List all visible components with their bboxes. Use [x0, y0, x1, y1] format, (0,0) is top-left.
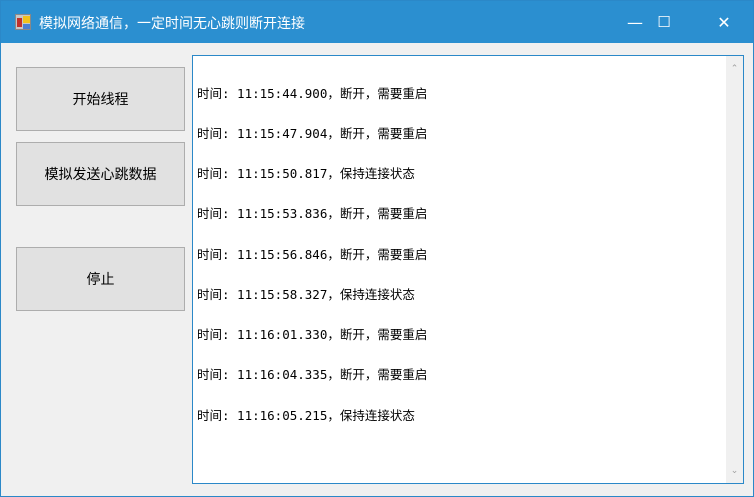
log-line: 时间: 11:15:47.904，断开，需要重启 [197, 126, 428, 142]
log-line: 时间: 11:15:53.836，断开，需要重启 [197, 206, 428, 222]
scroll-down-icon[interactable]: ⌄ [726, 462, 743, 479]
log-textbox[interactable]: 时间: 11:15:44.900，断开，需要重启 时间: 11:15:47.90… [192, 55, 744, 484]
scroll-up-icon[interactable]: ⌃ [726, 60, 743, 77]
start-thread-button[interactable]: 开始线程 [16, 67, 185, 131]
log-line: 时间: 11:15:50.817，保持连接状态 [197, 166, 415, 182]
maximize-button[interactable]: ☐ [635, 1, 693, 43]
stop-button[interactable]: 停止 [16, 247, 185, 311]
log-line: 时间: 11:15:44.900，断开，需要重启 [197, 85, 428, 101]
log-line: 时间: 11:16:01.330，断开，需要重启 [197, 327, 428, 343]
app-icon [15, 14, 31, 30]
title-bar[interactable]: 模拟网络通信，一定时间无心跳则断开连接 — ☐ ✕ [1, 1, 753, 43]
log-line: 时间: 11:15:58.327，保持连接状态 [197, 286, 415, 302]
window-title: 模拟网络通信，一定时间无心跳则断开连接 [39, 16, 305, 32]
log-line: 时间: 11:16:04.335，断开，需要重启 [197, 367, 428, 383]
log-lines: 时间: 11:15:44.900，断开，需要重启 时间: 11:15:47.90… [197, 60, 427, 449]
send-heartbeat-button[interactable]: 模拟发送心跳数据 [16, 142, 185, 206]
main-window: 模拟网络通信，一定时间无心跳则断开连接 — ☐ ✕ 开始线程 模拟发送心跳数据 … [0, 0, 754, 497]
log-line: 时间: 11:15:56.846，断开，需要重启 [197, 246, 428, 262]
close-button[interactable]: ✕ [695, 1, 753, 43]
log-line: 时间: 11:16:05.215，保持连接状态 [197, 407, 415, 423]
vertical-scrollbar[interactable]: ⌃ ⌄ [726, 56, 743, 483]
